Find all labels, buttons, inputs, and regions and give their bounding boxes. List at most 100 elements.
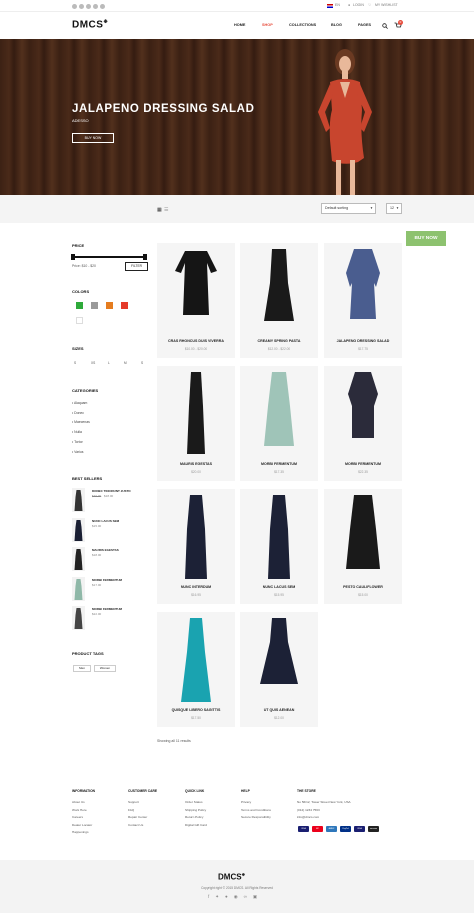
best-seller-thumbnail[interactable] (72, 547, 85, 571)
best-seller-name[interactable]: MAURIS EGESTAS (92, 548, 119, 552)
footer-social-icons[interactable]: f✦●◉∞▣ (208, 894, 263, 900)
product-image[interactable] (157, 612, 235, 707)
heart-icon[interactable]: ♡ (368, 3, 371, 7)
product-image[interactable] (240, 366, 318, 461)
color-swatch[interactable] (91, 302, 98, 309)
color-swatch[interactable] (121, 302, 128, 309)
sort-select[interactable]: Default sorting ▼ (321, 203, 376, 214)
per-page-select[interactable]: 12 ▼ (386, 203, 402, 214)
price-slider-track[interactable] (72, 256, 145, 258)
category-item[interactable]: • Alaquam (72, 401, 87, 405)
hero-buy-now-button[interactable]: BUY NOW (72, 133, 114, 143)
product-image[interactable] (240, 489, 318, 584)
product-name[interactable]: JALAPENO DRESSING SALAD (324, 339, 402, 343)
footer-link[interactable]: Contact Us (128, 823, 143, 827)
nav-pages[interactable]: PAGES (358, 23, 371, 27)
footer-link[interactable]: Support (128, 800, 139, 804)
product-name[interactable]: MAURIS EGESTAS (157, 462, 235, 466)
nav-home[interactable]: HOME (234, 23, 245, 27)
best-seller-name[interactable]: MORBI FERMENTUM (92, 607, 122, 611)
tag-men[interactable]: Men (73, 665, 91, 672)
product-image[interactable] (157, 366, 235, 461)
product-name[interactable]: PESTO CAULIFLOWER (324, 585, 402, 589)
product-image[interactable] (240, 612, 318, 707)
product-image[interactable] (157, 243, 235, 338)
language-selector[interactable]: EN (335, 3, 340, 7)
best-seller-thumbnail[interactable] (72, 517, 85, 542)
google-plus-icon[interactable] (86, 4, 91, 9)
logo[interactable]: DMCS❉ (72, 19, 108, 30)
color-swatch[interactable] (106, 302, 113, 309)
buy-now-button[interactable]: BUY NOW (406, 231, 446, 246)
footer-link[interactable]: Digital Gift Card (185, 823, 207, 827)
filter-button[interactable]: FILTER (125, 262, 148, 271)
size-option[interactable]: S (74, 361, 76, 365)
size-option[interactable]: S (141, 361, 143, 365)
color-swatch[interactable] (76, 317, 83, 324)
category-item[interactable]: • Donec (72, 411, 84, 415)
category-item[interactable]: • Varius (72, 450, 84, 454)
footer-link[interactable]: (012) 1234 7563 (297, 808, 320, 812)
best-seller-name[interactable]: NUNC LACUS SEM (92, 519, 119, 523)
best-seller-thumbnail[interactable] (72, 576, 85, 601)
price-slider-max-handle[interactable] (143, 254, 147, 260)
product-image[interactable] (324, 489, 402, 584)
best-seller-thumbnail[interactable] (72, 488, 85, 512)
search-icon[interactable] (382, 23, 388, 29)
footer-link[interactable]: FAQ (128, 808, 134, 812)
product-name[interactable]: MORBI FERMENTUM (240, 462, 318, 466)
category-item[interactable]: • Maecenas (72, 420, 90, 424)
category-item[interactable]: • Nulla (72, 430, 82, 434)
flag-icon[interactable] (327, 4, 333, 8)
nav-shop[interactable]: SHOP (262, 23, 273, 27)
footer-link[interactable]: Shipping Policy (185, 808, 206, 812)
product-name[interactable]: CREAMY SPRING PASTA (240, 339, 318, 343)
wishlist-link[interactable]: MY WISHLIST (375, 3, 398, 7)
best-seller-thumbnail[interactable] (72, 606, 85, 630)
footer-link[interactable]: Terms and Conditions (241, 808, 271, 812)
footer-link[interactable]: No 56/12, Tower Street New York, USA (297, 800, 351, 804)
footer-link[interactable]: Happenings (72, 830, 89, 834)
product-name[interactable]: NUNC INTERDUM (157, 585, 235, 589)
product-image[interactable] (324, 243, 402, 338)
footer-link[interactable]: Careers (72, 815, 83, 819)
product-name[interactable]: QUISQUE LIBERO SAGITTIS (157, 708, 235, 712)
footer-logo[interactable]: DMCS❉ (218, 872, 245, 882)
size-option[interactable]: M (124, 361, 127, 365)
grid-view-icon[interactable]: ▦ (157, 207, 162, 213)
facebook-icon[interactable] (72, 4, 77, 9)
footer-link[interactable]: Secure Responsibility (241, 815, 271, 819)
nav-blog[interactable]: BLOG (331, 23, 342, 27)
list-view-icon[interactable]: ☰ (164, 207, 168, 213)
color-swatch[interactable] (76, 302, 83, 309)
footer-link[interactable]: Order Status (185, 800, 203, 804)
product-name[interactable]: NUNC LACUS SEM (240, 585, 318, 589)
category-item[interactable]: • Tortor (72, 440, 83, 444)
product-name[interactable]: MORBI FERMENTUM (324, 462, 402, 466)
footer-link[interactable]: Repair Center (128, 815, 147, 819)
footer-link[interactable]: Return Policy (185, 815, 203, 819)
footer-link[interactable]: Privacy (241, 800, 251, 804)
best-seller-name[interactable]: MORBI FERMENTUM (92, 578, 122, 582)
login-link[interactable]: LOGIN (353, 3, 364, 7)
product-name[interactable]: UT QUIS AENEAN (240, 708, 318, 712)
pinterest-icon[interactable] (93, 4, 98, 9)
product-name[interactable]: CRAS RHONCUS DUIS VIVERRA (157, 339, 235, 343)
instagram-icon[interactable] (100, 4, 105, 9)
size-option[interactable]: XS (91, 361, 95, 365)
footer-link[interactable]: Dealer Locator (72, 823, 92, 827)
tag-women[interactable]: Women (94, 665, 116, 672)
best-seller-name[interactable]: DONEC TINCIDUNT JUSTO (92, 489, 131, 493)
price-slider-min-handle[interactable] (71, 254, 75, 260)
user-icon[interactable]: ● (348, 3, 350, 7)
product-image[interactable] (240, 243, 318, 338)
size-option[interactable]: L (108, 361, 110, 365)
twitter-icon[interactable] (79, 4, 84, 9)
footer-link[interactable]: info@dmcs.com (297, 815, 319, 819)
product-image[interactable] (324, 366, 402, 461)
product-price: $10.00 - $20.00 (184, 347, 208, 351)
nav-collections[interactable]: COLLECTIONS (289, 23, 316, 27)
footer-link[interactable]: About Us (72, 800, 85, 804)
footer-link[interactable]: Work Here (72, 808, 87, 812)
product-image[interactable] (157, 489, 235, 584)
